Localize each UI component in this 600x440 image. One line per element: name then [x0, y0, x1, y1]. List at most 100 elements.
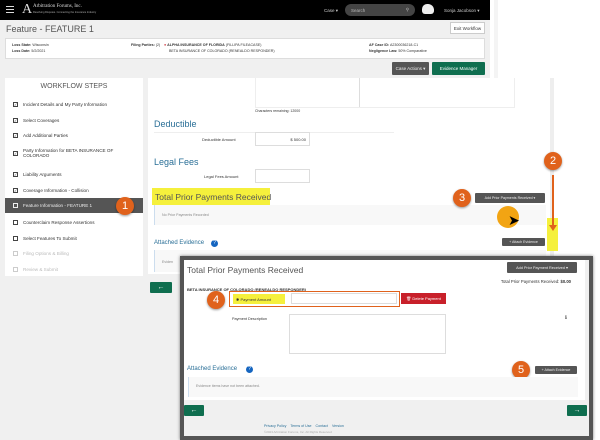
checkbox-icon	[13, 220, 18, 225]
sidebar-step[interactable]: ✓ Add Additional Parties	[5, 131, 143, 140]
case-menu[interactable]: Case ▾	[324, 8, 338, 14]
no-prior-text: No Prior Payments Recorded	[162, 213, 209, 217]
no-evidence-text: Evidence items have not been attached.	[196, 384, 260, 388]
legal-fees-input[interactable]	[255, 169, 310, 183]
checkbox-icon	[13, 251, 18, 256]
checkbox-icon	[13, 267, 18, 272]
negligence-label: Negligence Law:	[369, 49, 398, 53]
filing-count: (2)	[155, 43, 161, 47]
negligence: 50% Comparative	[398, 49, 427, 53]
checked-checkbox-icon: ✓	[13, 150, 18, 156]
attached-evidence-heading: Attached Evidence	[154, 240, 205, 246]
logo-text: Arbitration Forums, Inc.	[33, 4, 82, 9]
info-icon: ℹ	[565, 315, 567, 321]
sidebar-step[interactable]: ✓ Select Coverages	[5, 116, 143, 125]
privacy-link[interactable]: Privacy Policy	[264, 424, 286, 428]
overlay-title: Total Prior Payments Received	[187, 265, 304, 275]
prior-payments-heading: Total Prior Payments Received	[155, 192, 272, 202]
total-label: Total Prior Payments Received:	[500, 279, 560, 284]
checked-checkbox-icon: ✓	[13, 133, 18, 138]
case-info-panel: Loss State: Wisconsin Loss Date: 5/2/202…	[5, 38, 485, 59]
party2-rep: (RENEALDO RESPONDER)	[228, 49, 275, 53]
sidebar-step[interactable]: ✓ Incident Details and My Party Informati…	[5, 100, 143, 109]
checked-checkbox-icon: ✓	[13, 172, 18, 177]
contact-link[interactable]: Contact	[316, 424, 328, 428]
overlay-attached-heading: Attached Evidence	[187, 366, 238, 372]
deductible-amount-label: Deductible Amount	[202, 137, 236, 142]
sidebar-step-label: Counterclaim Response Assertions	[23, 220, 95, 225]
party2: BETA INSURANCE OF COLORADO	[169, 49, 228, 53]
total-value: $0.00	[560, 279, 571, 284]
cursor-icon: ➤	[508, 212, 520, 228]
deductible-amount-input[interactable]: $ 500.00	[255, 132, 310, 146]
terms-link[interactable]: Terms of Use	[290, 424, 311, 428]
checkbox-icon	[13, 236, 18, 241]
sidebar-step-label: Incident Details and My Party Informatio…	[23, 102, 108, 107]
case-actions-button[interactable]: Case Actions ▾	[392, 62, 429, 75]
page-title: Feature - FEATURE 1	[6, 24, 94, 34]
case-id: A2300036218-C1	[389, 43, 419, 47]
overlay-next-button[interactable]: →	[567, 405, 587, 416]
party1: ALPHA INSURANCE OF FLORIDA	[167, 43, 225, 47]
callout-2: 2	[544, 152, 562, 170]
version-link[interactable]: Version	[332, 424, 344, 428]
overlay-back-button[interactable]: ←	[184, 405, 204, 416]
sidebar-step-label: Coverage Information - Collision	[23, 188, 89, 193]
user-menu[interactable]: Sonja Jacobson ▾	[444, 8, 480, 14]
sidebar-step-label: Add Additional Parties	[23, 133, 68, 138]
party1-rep: (FILLIPA FILEACASE)	[225, 43, 262, 47]
back-button[interactable]: ←	[150, 282, 172, 293]
sidebar-step[interactable]: Select Features To Submit	[5, 234, 143, 243]
sidebar-step: Review & Submit	[5, 265, 143, 274]
checked-checkbox-icon: ✓	[13, 118, 18, 123]
checked-checkbox-icon: ✓	[13, 102, 18, 107]
overlay-attach-evidence-button[interactable]: + Attach Evidence	[535, 366, 577, 374]
callout-4: 4	[207, 291, 225, 309]
payment-description-input[interactable]	[289, 314, 446, 354]
menu-icon[interactable]	[6, 6, 14, 13]
payment-amount-row: ✱ Payment Amount	[229, 291, 400, 307]
help-icon[interactable]: ?	[211, 240, 218, 247]
sidebar-step-label: Liability Arguments	[23, 172, 62, 177]
deductible-heading: Deductible	[154, 119, 197, 129]
sidebar-step-label: Party Information for BETA INSURANCE OF …	[23, 148, 114, 158]
chars-remaining: Characters remaining: 12000	[255, 109, 301, 113]
checked-checkbox-icon: ✓	[13, 188, 18, 193]
case-id-label: AF Case ID:	[369, 43, 390, 47]
payment-amount-input[interactable]	[291, 293, 397, 304]
sidebar-step-label: Select Coverages	[23, 118, 60, 123]
sidebar-step-label: Review & Submit	[23, 267, 58, 272]
sidebar-step[interactable]: ✓ Liability Arguments	[5, 170, 143, 179]
sidebar-step[interactable]: ✓ Party Information for BETA INSURANCE OF…	[5, 146, 143, 160]
overlay-total: Total Prior Payments Received: $0.00	[501, 279, 571, 284]
callout-1: 1	[116, 197, 134, 215]
attach-evidence-button[interactable]: + Attach Evidence	[502, 238, 545, 246]
evidence-manager-button[interactable]: Evidence Manager	[432, 62, 485, 75]
filing-parties-label: Filing Parties:	[131, 43, 155, 47]
overlay-help-icon[interactable]: ?	[246, 366, 253, 373]
checkbox-icon	[13, 203, 18, 208]
scroll-arrow	[552, 175, 554, 227]
search-input[interactable]: Search ⚲	[345, 4, 415, 16]
delete-text: Delete Payment	[412, 296, 441, 301]
overlay-add-prior-button[interactable]: Add Prior Payment Received ▾	[507, 262, 577, 273]
overlay-evidence-box: Evidence items have not been attached.	[188, 377, 578, 397]
top-navbar: A Arbitration Forums, Inc. Resolving Dis…	[0, 0, 490, 20]
search-placeholder: Search	[351, 7, 366, 13]
no-prior-box: No Prior Payments Recorded	[154, 205, 546, 225]
sidebar-step: Filing Options & Billing	[5, 249, 143, 258]
payment-description-label: Payment Description	[232, 317, 268, 321]
sidebar-step[interactable]: Counterclaim Response Assertions	[5, 218, 143, 227]
add-prior-payment-button[interactable]: Add Prior Payments Received ▾	[475, 193, 545, 203]
cloud-upload-icon[interactable]	[422, 4, 434, 14]
zoom-overlay: Total Prior Payments Received Add Prior …	[180, 256, 593, 440]
payment-amount-text: Payment Amount	[240, 297, 271, 302]
sidebar-step[interactable]: ✓ Coverage Information - Collision	[5, 186, 143, 195]
sidebar-step-label: Select Features To Submit	[23, 236, 77, 241]
notes-textarea-wide[interactable]	[255, 78, 515, 108]
logo-tagline: Resolving Disputes. Connecting the Insur…	[33, 11, 97, 14]
exit-workflow-button[interactable]: Exit Workflow	[450, 22, 485, 34]
footer-links: Privacy Policy Terms of Use Contact Vers…	[264, 424, 344, 428]
delete-payment-button[interactable]: 🗑 Delete Payment	[401, 293, 446, 304]
loss-state: Wisconsin	[32, 43, 49, 47]
